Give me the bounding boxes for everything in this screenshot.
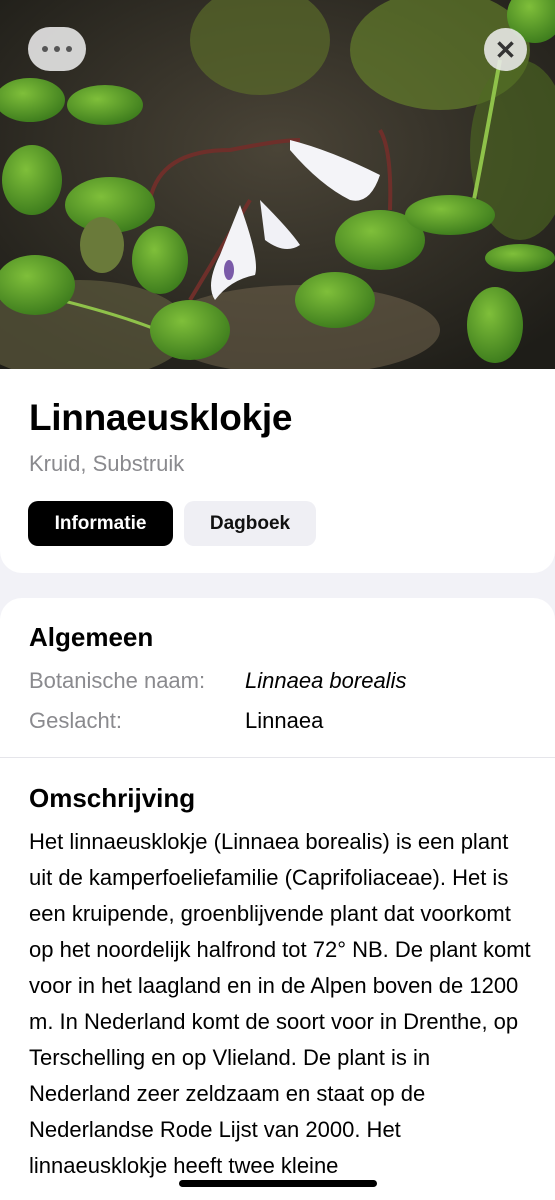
section-divider (0, 757, 555, 758)
more-options-button[interactable] (28, 27, 86, 71)
plant-photo: ✕ (0, 0, 555, 372)
genus-label: Geslacht: (29, 708, 122, 733)
genus-value: Linnaea (245, 708, 324, 733)
tab-dagboek[interactable]: Dagboek (184, 501, 316, 546)
ellipsis-icon (42, 46, 72, 52)
close-icon: ✕ (494, 34, 517, 65)
description-text: Het linnaeusklokje (Linnaea borealis) is… (29, 829, 531, 1178)
plant-header-card: Linnaeusklokje Kruid, Substruik Informat… (0, 369, 555, 573)
tab-informatie[interactable]: Informatie (28, 501, 173, 546)
section-title-description: Omschrijving (29, 783, 196, 813)
section-title-general: Algemeen (29, 622, 154, 652)
plant-subtitle: Kruid, Substruik (29, 451, 185, 476)
home-indicator[interactable] (179, 1180, 377, 1187)
info-card: Algemeen Botanische naam: Linnaea boreal… (0, 598, 555, 1200)
plant-title: Linnaeusklokje (29, 397, 293, 438)
close-button[interactable]: ✕ (484, 28, 527, 71)
botanical-name-value: Linnaea borealis (245, 668, 407, 693)
botanical-name-label: Botanische naam: (29, 668, 206, 693)
